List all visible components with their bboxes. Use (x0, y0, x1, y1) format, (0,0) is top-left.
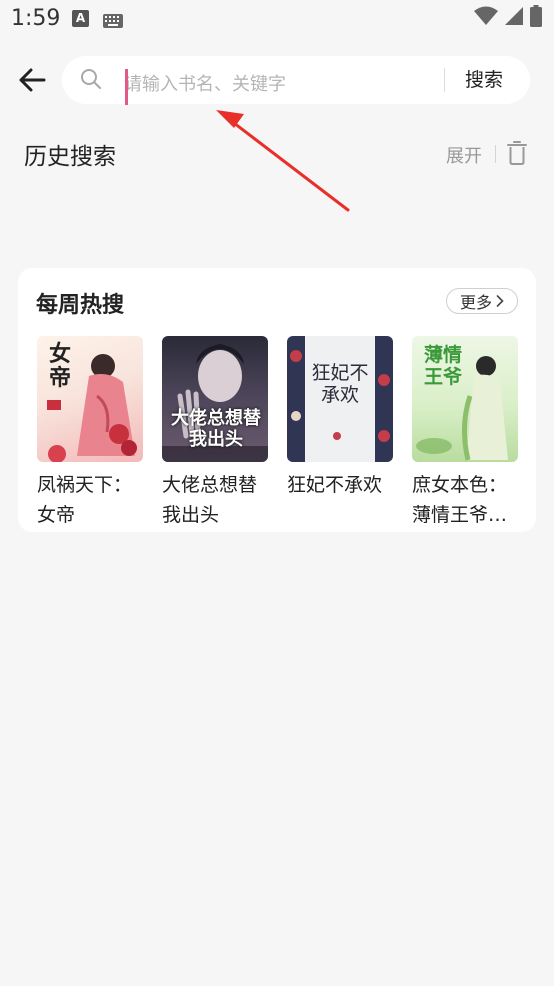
search-button[interactable]: 搜索 (454, 56, 514, 104)
search-icon (80, 68, 102, 94)
more-label: 更多 (459, 293, 492, 312)
book-cover: 薄情王爷 (412, 336, 518, 462)
history-title: 历史搜索 (24, 144, 116, 170)
search-input[interactable] (124, 56, 434, 104)
book-item[interactable]: 薄情王爷 庶女本色：薄情王爷… (412, 336, 518, 530)
clear-history-button[interactable] (506, 141, 528, 169)
cover-title: 薄情王爷 (424, 344, 463, 388)
search-divider (444, 68, 445, 92)
search-bar: 搜索 (62, 56, 530, 105)
cover-title: 大佬总想替我出头 (171, 408, 261, 450)
cellular-signal-icon (504, 6, 524, 30)
text-cursor (125, 69, 128, 105)
status-time: 1:59 (11, 6, 61, 31)
back-button[interactable] (14, 64, 50, 100)
more-button[interactable]: 更多 (446, 288, 518, 314)
arrow-left-icon (18, 68, 46, 96)
weekly-hot-title: 每周热搜 (36, 293, 125, 318)
status-indicators (474, 5, 542, 31)
history-expand-button[interactable]: 展开 (446, 142, 482, 168)
wifi-icon (474, 6, 498, 30)
history-divider (495, 145, 496, 163)
book-item[interactable]: 大佬总想替我出头 大佬总想替我出头 (162, 336, 268, 530)
book-title: 大佬总想替我出头 (162, 474, 258, 526)
keyboard-icon (103, 13, 123, 32)
cover-title: 女帝 (49, 341, 72, 391)
book-cover: 女帝 (37, 336, 143, 462)
weekly-hot-card: 每周热搜 更多 女帝 凤祸天下：女帝 大佬总想替我出头 大佬总想替我出头 狂妃不… (18, 268, 536, 532)
status-bar: 1:59 A (0, 0, 554, 40)
notification-a-icon: A (72, 10, 89, 27)
battery-icon (530, 5, 542, 31)
book-cover: 大佬总想替我出头 (162, 336, 268, 462)
cover-title: 狂妃不承欢 (311, 362, 369, 406)
annotation-arrow-icon (216, 110, 350, 212)
book-title: 凤祸天下：女帝 (37, 474, 133, 526)
trash-icon (506, 141, 528, 169)
book-cover: 狂妃不承欢 (287, 336, 393, 462)
book-title: 狂妃不承欢 (287, 474, 383, 496)
book-item[interactable]: 女帝 凤祸天下：女帝 (37, 336, 143, 530)
book-title: 庶女本色：薄情王爷… (412, 474, 508, 526)
book-item[interactable]: 狂妃不承欢 狂妃不承欢 (287, 336, 393, 500)
chevron-right-icon (496, 292, 504, 311)
